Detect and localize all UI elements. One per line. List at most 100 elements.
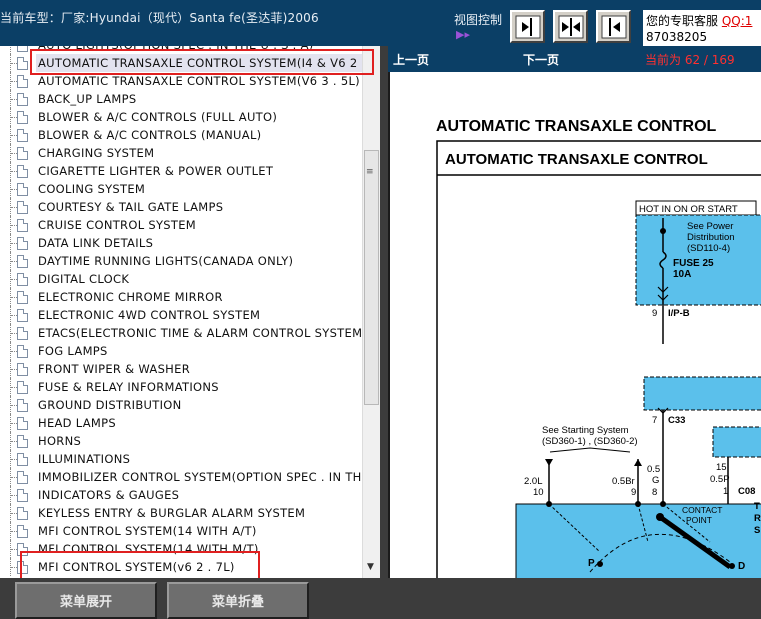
tree-item-label: FOG LAMPS xyxy=(38,344,108,358)
tree-item[interactable]: IMMOBILIZER CONTROL SYSTEM(OPTION SPEC .… xyxy=(0,468,380,486)
document-icon xyxy=(17,381,28,394)
tree-item[interactable]: GROUND DISTRIBUTION xyxy=(0,396,362,414)
document-icon xyxy=(17,75,28,88)
tree-item-label: ELECTRONIC 4WD CONTROL SYSTEM xyxy=(38,308,261,322)
tree-item[interactable]: BLOWER & A/C CONTROLS (MANUAL) xyxy=(0,126,362,144)
prev-page-link[interactable]: 上一页 xyxy=(393,51,429,68)
view-control-label: 视图控制 xyxy=(454,13,503,27)
tree-item-label: DIGITAL CLOCK xyxy=(38,272,130,286)
tree-item[interactable]: DATA LINK DETAILS xyxy=(0,234,362,252)
next-page-link[interactable]: 下一页 xyxy=(523,51,559,68)
wire-1-pin: 10 xyxy=(533,487,544,498)
point-label: POINT xyxy=(686,515,712,525)
vehicle-title: 当前车型：厂家:Hyundai（现代）Santa fe(圣达菲)2006 xyxy=(0,11,319,25)
tree-item[interactable]: KEYLESS ENTRY & BURGLAR ALARM SYSTEM xyxy=(0,504,362,522)
document-icon xyxy=(17,57,28,70)
document-icon xyxy=(17,111,28,124)
document-icon xyxy=(17,201,28,214)
viewer-nav-bar: 上一页 下一页 当前为 62 / 169 xyxy=(388,46,761,72)
tree-item[interactable]: ELECTRONIC CHROME MIRROR xyxy=(0,288,362,306)
document-icon xyxy=(17,93,28,106)
tree-item[interactable]: CRUISE CONTROL SYSTEM xyxy=(0,216,362,234)
document-icon xyxy=(17,309,28,322)
document-icon xyxy=(17,525,28,538)
document-icon xyxy=(17,237,28,250)
document-icon xyxy=(17,327,28,340)
tree-scrollbar[interactable]: ≡ ▼ xyxy=(362,46,380,578)
tree-item[interactable]: ILLUMINATIONS xyxy=(0,450,362,468)
tree-item-label: DATA LINK DETAILS xyxy=(38,236,154,250)
document-icon xyxy=(17,345,28,358)
fit-left-button[interactable] xyxy=(596,10,631,43)
tree-item[interactable]: BACK_UP LAMPS xyxy=(0,90,362,108)
tree-item[interactable]: HORNS xyxy=(0,432,362,450)
fit-right-button[interactable] xyxy=(510,10,545,43)
expand-menu-button[interactable]: 菜单展开 xyxy=(15,582,157,619)
c33-box xyxy=(643,376,761,411)
tree-item-label: FRONT WIPER & WASHER xyxy=(38,362,190,376)
view-arrow-icon: ▶▸ xyxy=(456,28,470,41)
document-icon xyxy=(17,399,28,412)
tree-item[interactable]: DIGITAL CLOCK xyxy=(0,270,362,288)
d-label: D xyxy=(738,561,745,572)
tree-item[interactable]: COOLING SYSTEM xyxy=(0,180,362,198)
diagram-title-inner: AUTOMATIC TRANSAXLE CONTROL xyxy=(445,151,708,168)
header-bar: 当前车型：厂家:Hyundai（现代）Santa fe(圣达菲)2006 视图控… xyxy=(0,0,761,46)
tree-item-label: COOLING SYSTEM xyxy=(38,182,146,196)
hot-label: HOT IN ON OR START xyxy=(639,204,738,215)
tree-item-label: HEAD LAMPS xyxy=(38,416,116,430)
document-icon xyxy=(17,273,28,286)
right-box xyxy=(712,426,761,458)
tree-item[interactable]: CIGARETTE LIGHTER & POWER OUTLET xyxy=(0,162,362,180)
tree-item[interactable]: ELECTRONIC 4WD CONTROL SYSTEM xyxy=(0,306,362,324)
tree-item-label: INDICATORS & GAUGES xyxy=(38,488,180,502)
fit-both-button[interactable] xyxy=(553,10,588,43)
collapse-menu-button[interactable]: 菜单折叠 xyxy=(167,582,309,619)
scroll-down-icon[interactable]: ▼ xyxy=(367,562,374,572)
wire-4-size: 0.5P xyxy=(710,474,730,485)
support-label: 您的专职客服 xyxy=(646,14,719,28)
document-icon xyxy=(17,165,28,178)
document-icon xyxy=(17,129,28,142)
switch-box xyxy=(515,503,761,578)
tree-item[interactable]: INDICATORS & GAUGES xyxy=(0,486,362,504)
fuse-label: FUSE 25 xyxy=(673,258,714,269)
diagram-viewer[interactable]: AUTOMATIC TRANSAXLE CONTROL AUTOMATIC TR… xyxy=(388,72,761,578)
support-number: 87038205 xyxy=(646,30,708,44)
wire-3-pin: 8 xyxy=(652,487,657,498)
tree-item-label: ILLUMINATIONS xyxy=(38,452,131,466)
document-icon xyxy=(17,291,28,304)
wire-3-size: 0.5 xyxy=(647,464,660,475)
document-icon xyxy=(17,507,28,520)
support-qq-link[interactable]: QQ:1 xyxy=(722,14,753,28)
wire-2-pin: 9 xyxy=(631,487,636,498)
tree-item[interactable]: DAYTIME RUNNING LIGHTS(CANADA ONLY) xyxy=(0,252,362,270)
tree-item-label: CIGARETTE LIGHTER & POWER OUTLET xyxy=(38,164,274,178)
tree-item[interactable]: HEAD LAMPS xyxy=(0,414,362,432)
tree-item[interactable]: FOG LAMPS xyxy=(0,342,362,360)
tree-item[interactable]: MFI CONTROL SYSTEM(14 WITH A/T) xyxy=(0,522,362,540)
tree-item-label: DAYTIME RUNNING LIGHTS(CANADA ONLY) xyxy=(38,254,294,268)
scroll-thumb[interactable] xyxy=(364,150,379,405)
tree-item-label: BLOWER & A/C CONTROLS (MANUAL) xyxy=(38,128,262,142)
tree-item[interactable]: COURTESY & TAIL GATE LAMPS xyxy=(0,198,362,216)
tree-item[interactable]: FUSE & RELAY INFORMATIONS xyxy=(0,378,362,396)
sd-ref-text: (SD110-4) xyxy=(687,243,730,254)
tree-item[interactable]: ETACS(ELECTRONIC TIME & ALARM CONTROL SY… xyxy=(0,324,367,342)
highlight-box-selected xyxy=(30,49,374,75)
bottom-bar: 菜单展开 菜单折叠 xyxy=(0,578,388,619)
tree-item-label: ELECTRONIC CHROME MIRROR xyxy=(38,290,223,304)
chapter-tree-panel: AUTO LIGHTS(OPTION SPEC . IN THE U . S .… xyxy=(0,46,380,578)
document-icon xyxy=(17,471,28,484)
starting-bracket xyxy=(549,447,631,453)
p-node xyxy=(597,561,603,567)
c33-label: C33 xyxy=(668,415,685,426)
c08-label: C08 xyxy=(738,486,755,497)
tree-item[interactable]: CHARGING SYSTEM xyxy=(0,144,362,162)
document-icon xyxy=(17,255,28,268)
starting-refs-text: (SD360-1) , (SD360-2) xyxy=(542,436,638,447)
tree-item[interactable]: BLOWER & A/C CONTROLS (FULL AUTO) xyxy=(0,108,362,126)
tree-item[interactable]: FRONT WIPER & WASHER xyxy=(0,360,362,378)
chapter-tree-list: AUTO LIGHTS(OPTION SPEC . IN THE U . S .… xyxy=(0,46,380,576)
document-icon xyxy=(17,489,28,502)
